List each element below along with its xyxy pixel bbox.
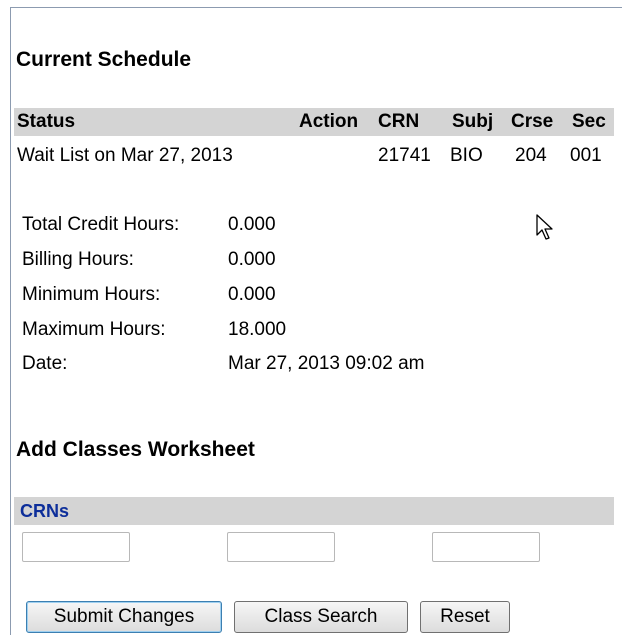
crn-input-1[interactable]: [22, 532, 130, 562]
row-crn: 21741: [378, 145, 431, 166]
submit-changes-button[interactable]: Submit Changes: [26, 601, 222, 633]
minimum-hours-value: 0.000: [228, 284, 276, 305]
reset-button[interactable]: Reset: [420, 601, 510, 633]
billing-hours-value: 0.000: [228, 249, 276, 270]
col-header-crse: Crse: [511, 111, 554, 132]
crn-input-3[interactable]: [432, 532, 540, 562]
col-header-crn: CRN: [378, 111, 420, 132]
crn-input-2[interactable]: [227, 532, 335, 562]
total-credit-hours-value: 0.000: [228, 214, 276, 235]
date-value: Mar 27, 2013 09:02 am: [228, 353, 425, 374]
date-label: Date:: [22, 353, 68, 374]
row-crse: 204: [515, 145, 547, 166]
row-status: Wait List on Mar 27, 2013: [17, 145, 233, 166]
col-header-sec: Sec: [572, 111, 606, 132]
total-credit-hours-label: Total Credit Hours:: [22, 214, 180, 235]
row-subj: BIO: [450, 145, 483, 166]
maximum-hours-value: 18.000: [228, 319, 287, 340]
crns-header-band: [14, 497, 614, 525]
class-search-button[interactable]: Class Search: [234, 601, 408, 633]
crns-label: CRNs: [20, 501, 70, 521]
col-header-status: Status: [17, 111, 76, 132]
mouse-pointer-icon: [536, 214, 553, 240]
add-classes-worksheet-title: Add Classes Worksheet: [16, 438, 255, 461]
col-header-action: Action: [299, 111, 359, 132]
current-schedule-title: Current Schedule: [16, 48, 192, 71]
billing-hours-label: Billing Hours:: [22, 249, 134, 270]
maximum-hours-label: Maximum Hours:: [22, 319, 166, 340]
col-header-subj: Subj: [452, 111, 494, 132]
row-sec: 001: [570, 145, 602, 166]
minimum-hours-label: Minimum Hours:: [22, 284, 161, 305]
